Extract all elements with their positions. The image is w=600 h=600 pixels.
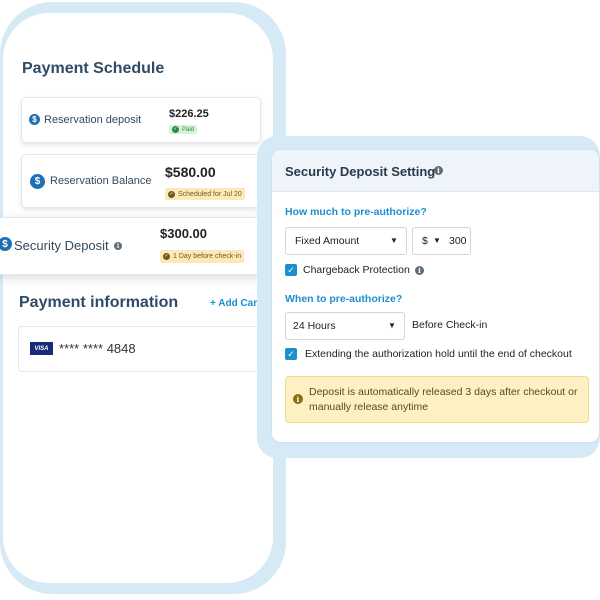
- extend-hold-label: Extending the authorization hold until t…: [305, 348, 572, 360]
- payment-amount: $580.00: [165, 164, 216, 180]
- before-checkin-label: Before Check-in: [412, 319, 488, 331]
- status-badge-scheduled: ✓ 1 Day before check-in: [160, 250, 245, 263]
- status-text: 1 Day before check-in: [173, 253, 242, 260]
- selected-value: 24 Hours: [293, 320, 336, 332]
- dollar-icon: $: [29, 114, 40, 125]
- how-much-label: How much to pre-authorize?: [285, 206, 427, 218]
- status-badge-scheduled: ✓ Scheduled for Jul 20: [165, 188, 245, 200]
- extend-hold-checkbox[interactable]: ✓: [285, 348, 297, 360]
- info-icon[interactable]: i: [415, 266, 424, 275]
- info-icon: i: [293, 394, 303, 404]
- card-number: **** **** 4848: [59, 341, 136, 356]
- panel-header: Security Deposit Setting i: [272, 150, 599, 192]
- payment-schedule-title: Payment Schedule: [22, 60, 165, 77]
- visa-logo-icon: VISA: [30, 342, 53, 355]
- dollar-icon: $: [30, 174, 45, 189]
- dollar-icon: $: [0, 237, 12, 251]
- amount-type-select[interactable]: Fixed Amount ▼: [285, 227, 407, 255]
- selected-value: Fixed Amount: [295, 235, 360, 247]
- saved-card[interactable]: VISA **** **** 4848: [18, 326, 280, 372]
- payment-amount: $226.25: [169, 108, 209, 120]
- amount-value[interactable]: 300: [449, 235, 467, 247]
- payment-label: Security Deposit: [14, 238, 109, 253]
- hours-select[interactable]: 24 Hours ▼: [285, 312, 405, 340]
- chevron-down-icon: ▼: [388, 321, 396, 330]
- status-badge-paid: ✓ Paid: [169, 125, 198, 134]
- chargeback-label: Chargeback Protection: [303, 264, 410, 276]
- chevron-down-icon: ▼: [390, 236, 398, 245]
- check-icon: ✓: [163, 253, 170, 260]
- payment-label: Reservation deposit: [44, 114, 142, 126]
- payment-information-title: Payment information: [19, 294, 179, 311]
- add-card-link[interactable]: + Add Card: [210, 298, 263, 309]
- payment-label: Reservation Balance: [50, 175, 152, 187]
- status-text: Paid: [182, 126, 195, 133]
- info-icon[interactable]: i: [114, 242, 122, 250]
- chargeback-checkbox[interactable]: ✓: [285, 264, 297, 276]
- currency-select[interactable]: $: [422, 235, 428, 247]
- panel-title: Security Deposit Setting: [285, 164, 436, 179]
- payment-row-security-deposit[interactable]: $ Security Deposit i $300.00 ✓ 1 Day bef…: [0, 217, 261, 275]
- info-icon[interactable]: i: [434, 166, 443, 175]
- chevron-down-icon: ▼: [433, 236, 441, 245]
- status-text: Scheduled for Jul 20: [178, 190, 242, 198]
- payment-row-reservation-balance[interactable]: $ Reservation Balance $580.00 ✓ Schedule…: [21, 154, 261, 208]
- amount-input[interactable]: $ ▼ 300: [412, 227, 471, 255]
- release-notice: i Deposit is automatically released 3 da…: [285, 376, 589, 423]
- when-label: When to pre-authorize?: [285, 293, 403, 305]
- notice-text: Deposit is automatically released 3 days…: [309, 386, 578, 413]
- security-deposit-setting-panel: Security Deposit Setting i How much to p…: [271, 149, 600, 443]
- payment-row-reservation-deposit[interactable]: $ Reservation deposit $226.25 ✓ Paid: [21, 97, 261, 143]
- check-icon: ✓: [168, 190, 175, 198]
- payment-amount: $300.00: [160, 226, 207, 241]
- check-icon: ✓: [172, 126, 179, 133]
